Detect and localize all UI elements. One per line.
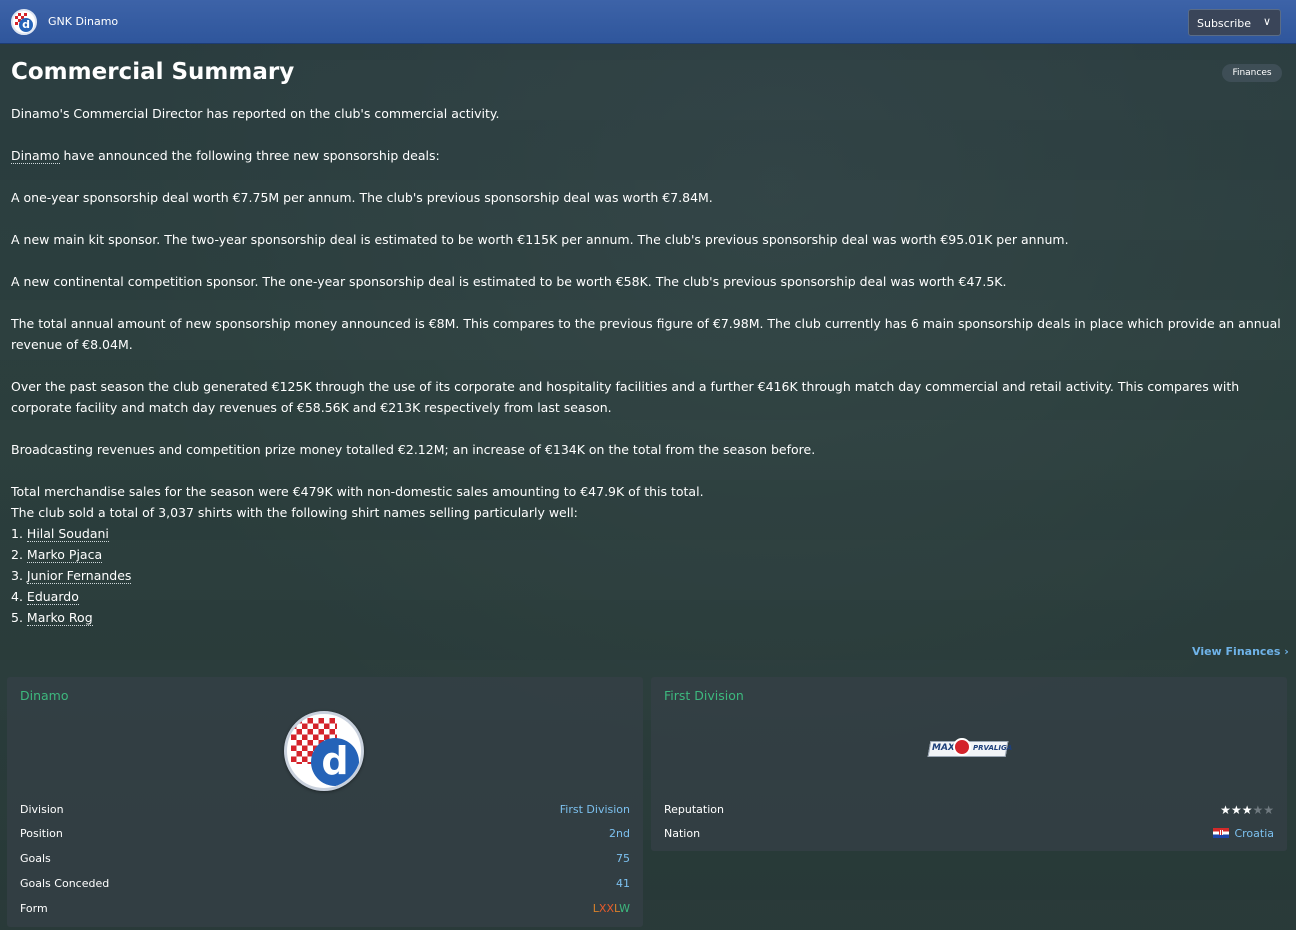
shirt-item: 5. Marko Rog xyxy=(11,610,93,626)
club-link[interactable]: Dinamo xyxy=(11,148,60,164)
league-panel-title[interactable]: First Division xyxy=(664,688,744,703)
conceded-row: Goals Conceded 41 xyxy=(20,877,630,890)
shirt-item: 4. Eduardo xyxy=(11,589,79,605)
star-icon: ★ xyxy=(1252,803,1264,817)
finances-tag[interactable]: Finances xyxy=(1222,64,1282,82)
position-value[interactable]: 2nd xyxy=(609,827,630,840)
position-row: Position 2nd xyxy=(20,827,630,840)
star-icon: ★ xyxy=(1230,803,1242,817)
division-link[interactable]: First Division xyxy=(560,803,630,816)
merchandise-sales: Total merchandise sales for the season w… xyxy=(11,484,704,499)
division-row: Division First Division xyxy=(20,803,630,816)
player-link[interactable]: Marko Pjaca xyxy=(26,547,103,563)
subscribe-label: Subscribe xyxy=(1197,17,1252,30)
goals-value: 75 xyxy=(616,852,630,865)
view-finances-link[interactable]: View Finances › xyxy=(1192,645,1289,658)
subscribe-button[interactable]: Subscribe ∨ xyxy=(1188,9,1281,36)
croatia-flag-icon xyxy=(1213,828,1230,838)
club-badge-icon[interactable]: d xyxy=(11,9,37,35)
player-link[interactable]: Eduardo xyxy=(26,589,79,605)
form-result: X xyxy=(606,902,614,915)
club-panel: Dinamo d Division First Division Positio… xyxy=(7,677,643,927)
league-panel: First Division MAX PRVALIGA Reputation ★… xyxy=(651,677,1287,851)
form-row: Form LXXLW xyxy=(20,902,630,915)
form-result: W xyxy=(619,902,630,915)
shirts-intro: The club sold a total of 3,037 shirts wi… xyxy=(11,505,578,520)
page-title: Commercial Summary xyxy=(11,59,295,85)
broadcasting-revenue: Broadcasting revenues and competition pr… xyxy=(11,442,816,457)
player-link[interactable]: Marko Rog xyxy=(26,610,93,626)
player-link[interactable]: Hilal Soudani xyxy=(26,526,109,542)
conceded-value: 41 xyxy=(616,877,630,890)
form-sequence: LXXLW xyxy=(593,902,630,915)
player-link[interactable]: Junior Fernandes xyxy=(26,568,132,584)
shirt-item: 2. Marko Pjaca xyxy=(11,547,103,563)
shirt-item: 1. Hilal Soudani xyxy=(11,526,109,542)
deal-1: A one-year sponsorship deal worth €7.75M… xyxy=(11,190,713,205)
reputation-stars: ★★★★★ xyxy=(1220,803,1274,817)
club-panel-title[interactable]: Dinamo xyxy=(20,688,69,703)
reputation-row: Reputation ★★★★★ xyxy=(664,803,1274,817)
league-logo: MAX PRVALIGA xyxy=(927,738,1012,758)
chevron-right-icon: › xyxy=(1284,645,1289,658)
report-body: Dinamo's Commercial Director has reporte… xyxy=(11,103,1286,628)
nation-row: Nation Croatia xyxy=(664,827,1274,840)
star-icon: ★ xyxy=(1220,803,1231,817)
total-sponsorship: The total annual amount of new sponsorsh… xyxy=(11,316,1281,352)
star-icon: ★ xyxy=(1241,803,1253,817)
top-bar: d GNK Dinamo Subscribe ∨ xyxy=(0,0,1296,44)
report-announce: Dinamo have announced the following thre… xyxy=(11,148,440,164)
report-intro: Dinamo's Commercial Director has reporte… xyxy=(11,106,500,121)
facilities-revenue: Over the past season the club generated … xyxy=(11,379,1240,415)
deal-3: A new continental competition sponsor. T… xyxy=(11,274,1007,289)
club-badge-icon: d xyxy=(284,711,364,791)
goals-row: Goals 75 xyxy=(20,852,630,865)
deal-2: A new main kit sponsor. The two-year spo… xyxy=(11,232,1069,247)
nation-link[interactable]: Croatia xyxy=(1213,827,1274,840)
chevron-down-icon: ∨ xyxy=(1262,15,1271,28)
shirt-item: 3. Junior Fernandes xyxy=(11,568,132,584)
star-icon: ★ xyxy=(1263,803,1274,817)
club-name[interactable]: GNK Dinamo xyxy=(48,15,118,28)
